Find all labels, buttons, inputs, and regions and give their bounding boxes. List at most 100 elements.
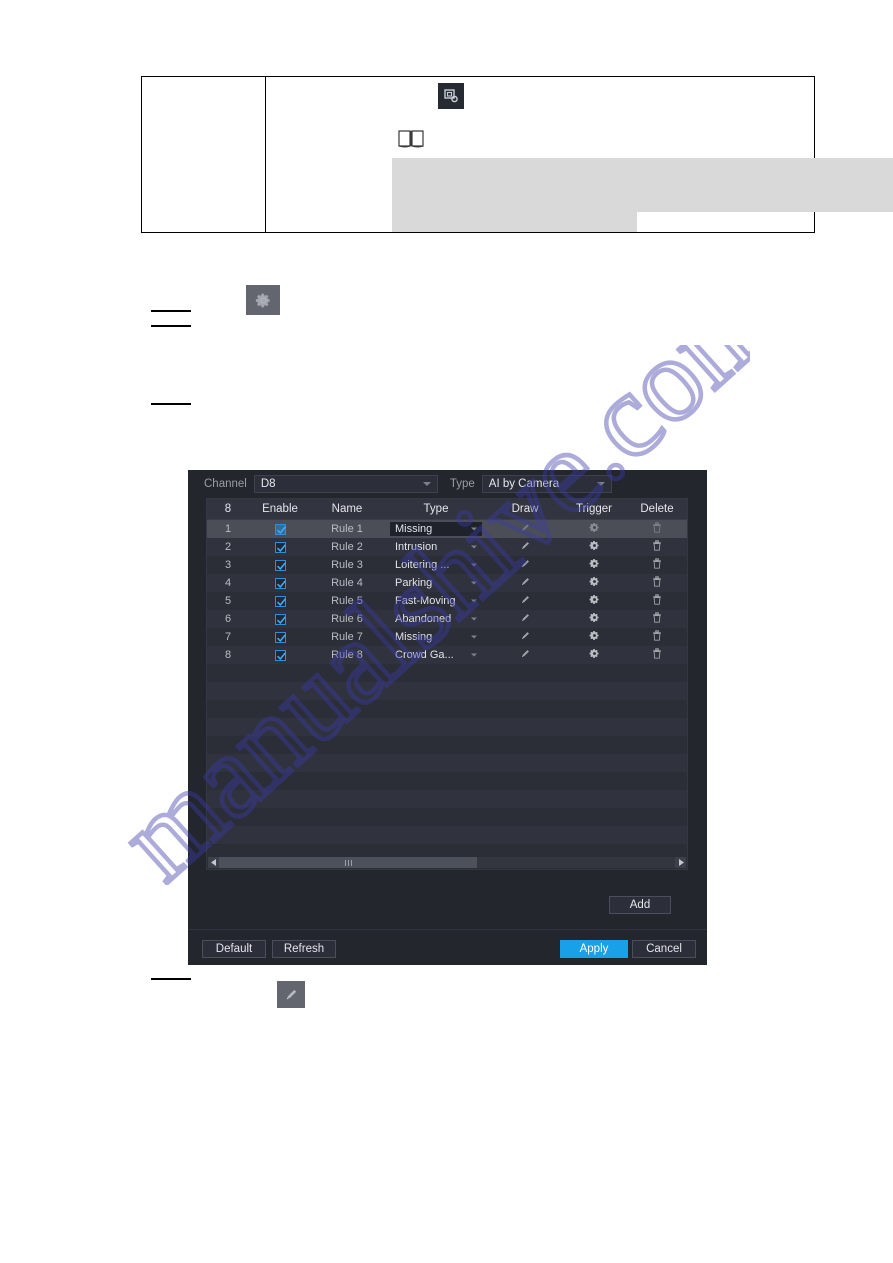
enable-checkbox[interactable] — [274, 523, 286, 535]
enable-checkbox[interactable] — [274, 631, 286, 643]
enable-checkbox[interactable] — [274, 541, 286, 553]
add-button[interactable]: Add — [609, 896, 671, 914]
row-type-cell[interactable]: Crowd Ga... — [383, 648, 489, 662]
row-trigger-cell[interactable] — [561, 630, 627, 644]
row-trigger-cell[interactable] — [561, 576, 627, 590]
table-row[interactable]: 3 Rule 3 Loitering ... — [207, 556, 687, 574]
row-delete-cell[interactable] — [627, 522, 687, 536]
table-row[interactable]: 6 Rule 6 Abandoned — [207, 610, 687, 628]
scrollbar-track[interactable] — [219, 857, 675, 868]
pencil-icon[interactable] — [520, 594, 531, 608]
enable-checkbox[interactable] — [274, 613, 286, 625]
gear-icon[interactable] — [589, 558, 600, 572]
row-trigger-cell[interactable] — [561, 558, 627, 572]
gear-icon[interactable] — [589, 540, 600, 554]
trash-icon[interactable] — [652, 540, 662, 554]
gear-icon[interactable] — [589, 522, 600, 536]
row-draw-cell[interactable] — [489, 540, 561, 554]
row-type-cell[interactable]: Abandoned — [383, 612, 489, 626]
row-delete-cell[interactable] — [627, 630, 687, 644]
row-enable-cell[interactable] — [249, 541, 311, 553]
pencil-icon[interactable] — [520, 522, 531, 536]
gear-icon[interactable] — [589, 630, 600, 644]
enable-checkbox[interactable] — [274, 649, 286, 661]
refresh-button[interactable]: Refresh — [272, 940, 336, 958]
trash-icon[interactable] — [652, 612, 662, 626]
rule-type-select[interactable]: Crowd Ga... — [390, 648, 482, 662]
row-enable-cell[interactable] — [249, 631, 311, 643]
row-enable-cell[interactable] — [249, 577, 311, 589]
channel-select[interactable]: D8 — [253, 475, 438, 493]
gear-icon[interactable] — [589, 648, 600, 662]
row-draw-cell[interactable] — [489, 522, 561, 536]
row-type-cell[interactable]: Fast-Moving — [383, 594, 489, 608]
horizontal-scrollbar[interactable] — [208, 857, 686, 868]
row-enable-cell[interactable] — [249, 613, 311, 625]
row-draw-cell[interactable] — [489, 594, 561, 608]
gear-icon[interactable] — [589, 576, 600, 590]
row-draw-cell[interactable] — [489, 612, 561, 626]
row-delete-cell[interactable] — [627, 612, 687, 626]
table-row[interactable]: 1 Rule 1 Missing — [207, 520, 687, 538]
trash-icon[interactable] — [652, 594, 662, 608]
pencil-icon[interactable] — [520, 558, 531, 572]
row-enable-cell[interactable] — [249, 649, 311, 661]
row-draw-cell[interactable] — [489, 576, 561, 590]
row-draw-cell[interactable] — [489, 630, 561, 644]
table-row[interactable]: 2 Rule 2 Intrusion — [207, 538, 687, 556]
pencil-icon[interactable] — [520, 648, 531, 662]
cancel-button[interactable]: Cancel — [632, 940, 696, 958]
row-enable-cell[interactable] — [249, 595, 311, 607]
scrollbar-thumb[interactable] — [219, 857, 477, 868]
row-type-cell[interactable]: Missing — [383, 630, 489, 644]
default-button[interactable]: Default — [202, 940, 266, 958]
row-delete-cell[interactable] — [627, 648, 687, 662]
gear-icon[interactable] — [589, 594, 600, 608]
rule-type-select[interactable]: Intrusion — [390, 540, 482, 554]
pencil-icon[interactable] — [520, 540, 531, 554]
trash-icon[interactable] — [652, 558, 662, 572]
rule-type-select[interactable]: Missing — [390, 630, 482, 644]
rule-type-select[interactable]: Loitering ... — [390, 558, 482, 572]
table-row[interactable]: 8 Rule 8 Crowd Ga... — [207, 646, 687, 664]
row-trigger-cell[interactable] — [561, 540, 627, 554]
trash-icon[interactable] — [652, 630, 662, 644]
apply-button[interactable]: Apply — [560, 940, 628, 958]
row-enable-cell[interactable] — [249, 523, 311, 535]
row-draw-cell[interactable] — [489, 558, 561, 572]
trash-icon[interactable] — [652, 576, 662, 590]
table-row[interactable]: 5 Rule 5 Fast-Moving — [207, 592, 687, 610]
trash-icon[interactable] — [652, 522, 662, 536]
row-draw-cell[interactable] — [489, 648, 561, 662]
row-delete-cell[interactable] — [627, 594, 687, 608]
row-type-cell[interactable]: Loitering ... — [383, 558, 489, 572]
table-row[interactable]: 4 Rule 4 Parking — [207, 574, 687, 592]
trash-icon[interactable] — [652, 648, 662, 662]
pencil-icon[interactable] — [520, 576, 531, 590]
gear-icon[interactable] — [589, 612, 600, 626]
enable-checkbox[interactable] — [274, 559, 286, 571]
enable-checkbox[interactable] — [274, 595, 286, 607]
type-select[interactable]: AI by Camera — [481, 475, 612, 493]
chevron-left-icon[interactable] — [208, 857, 219, 868]
row-trigger-cell[interactable] — [561, 612, 627, 626]
enable-checkbox[interactable] — [274, 577, 286, 589]
row-trigger-cell[interactable] — [561, 522, 627, 536]
pencil-icon[interactable] — [520, 612, 531, 626]
row-trigger-cell[interactable] — [561, 594, 627, 608]
rule-type-select[interactable]: Abandoned — [390, 612, 482, 626]
row-delete-cell[interactable] — [627, 540, 687, 554]
rule-type-select[interactable]: Parking — [390, 576, 482, 590]
row-trigger-cell[interactable] — [561, 648, 627, 662]
row-enable-cell[interactable] — [249, 559, 311, 571]
row-type-cell[interactable]: Intrusion — [383, 540, 489, 554]
row-delete-cell[interactable] — [627, 558, 687, 572]
row-delete-cell[interactable] — [627, 576, 687, 590]
row-type-cell[interactable]: Parking — [383, 576, 489, 590]
row-type-cell[interactable]: Missing — [383, 522, 489, 536]
rule-type-select[interactable]: Fast-Moving — [390, 594, 482, 608]
table-row[interactable]: 7 Rule 7 Missing — [207, 628, 687, 646]
pencil-icon[interactable] — [520, 630, 531, 644]
rule-type-select[interactable]: Missing — [390, 522, 482, 536]
chevron-right-icon[interactable] — [675, 857, 686, 868]
